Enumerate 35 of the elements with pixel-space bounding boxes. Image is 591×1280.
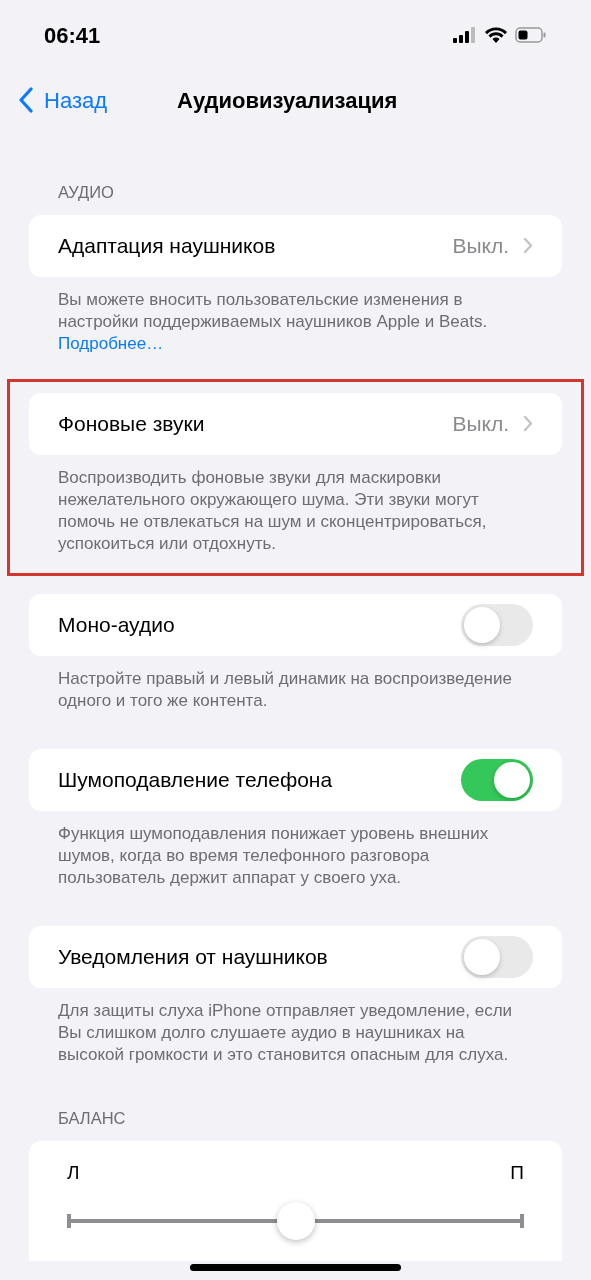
section-header: АУДИО — [57, 182, 115, 203]
row-value: Выкл. — [452, 411, 509, 437]
slider-thumb[interactable] — [276, 1202, 315, 1240]
status-time: 06:41 — [44, 21, 101, 50]
back-button[interactable]: Назад — [0, 83, 108, 117]
settings-row[interactable]: Шумоподавление телефона — [29, 748, 562, 811]
row-label: Шумоподавление телефона — [58, 767, 333, 793]
settings-row[interactable]: Уведомления от наушников — [29, 925, 562, 988]
section-footer: Воспроизводить фоновые звуки для маскировки нежелательного окружающего шума. Эти звуки могут помочь не отвлекаться на шум и сконцентрироваться, успокоиться или отдохнуть. — [29, 466, 562, 555]
battery-icon — [515, 27, 547, 43]
left-label: Л — [67, 1160, 80, 1185]
row-label: Фоновые звуки — [58, 411, 205, 437]
section-footer: Функция шумоподавления понижает уровень внешних шумов, когда во время телефонного разговора пользователь держит аппарат у своего уха. — [29, 822, 562, 889]
wifi-icon — [485, 27, 507, 43]
section-footer: Для защиты слуха iPhone отправляет уведомление, если Вы слишком долго слушаете аудио в наушниках на высокой громкости и это становится опасным для слуха. — [29, 999, 562, 1066]
page-title: Аудиовизуализация — [177, 86, 398, 115]
chevron-left-icon — [18, 87, 34, 113]
toggle-switch[interactable] — [461, 603, 533, 646]
settings-row[interactable]: Фоновые звуки Выкл. — [29, 392, 562, 455]
row-value: Выкл. — [452, 233, 509, 259]
section-footer: Настройте правый и левый динамик на воспроизведение одного и того же контента. — [29, 667, 562, 712]
row-label: Моно-аудио — [58, 612, 175, 638]
settings-row[interactable]: Моно-аудио — [29, 593, 562, 656]
row-label: Уведомления от наушников — [58, 944, 328, 970]
more-link[interactable]: Подробнее… — [58, 333, 164, 353]
right-label: П — [510, 1160, 524, 1185]
toggle-switch[interactable] — [461, 758, 533, 801]
row-label: Адаптация наушников — [58, 233, 276, 259]
section-header: БАЛАНС — [57, 1107, 127, 1129]
toggle-switch[interactable] — [461, 935, 533, 978]
section-footer: Вы можете вносить пользовательские изменения в настройки поддерживаемых наушников Apple и Beats. Подробнее… — [29, 288, 562, 355]
chevron-icon — [523, 415, 533, 433]
settings-row[interactable]: Адаптация наушников Выкл. — [29, 214, 562, 277]
signal-icon — [453, 27, 477, 43]
chevron-icon — [523, 237, 533, 255]
